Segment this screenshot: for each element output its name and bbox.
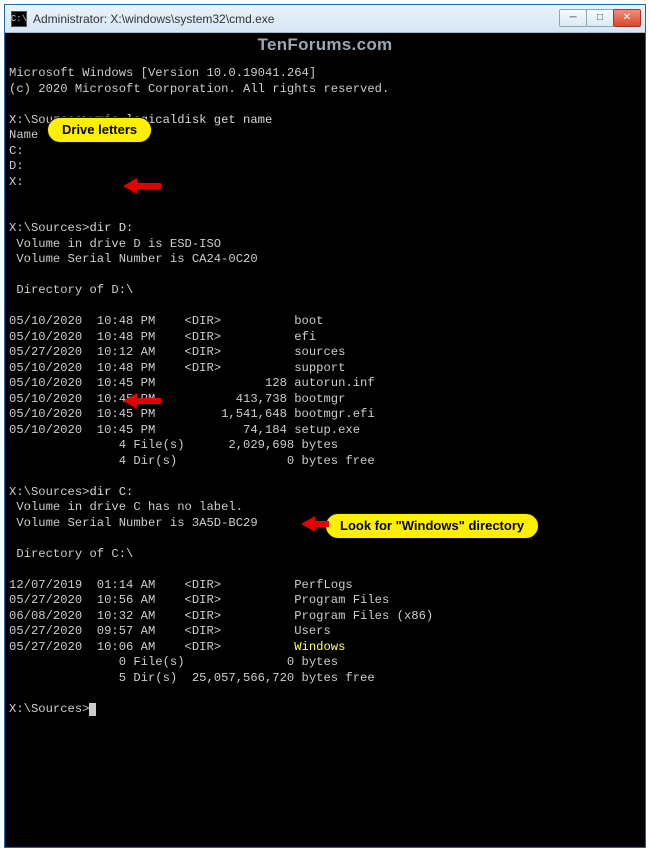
blank — [9, 531, 16, 545]
terminal-output[interactable]: TenForums.com Microsoft Windows [Version… — [5, 33, 645, 847]
d-row: 05/10/2020 10:45 PM 128 autorun.inf — [9, 376, 375, 390]
c-row: 06/08/2020 10:32 AM <DIR> Program Files … — [9, 609, 433, 623]
cursor — [89, 703, 96, 716]
prompt-3: X:\Sources> — [9, 485, 89, 499]
callout-drive-letters: Drive letters — [47, 117, 152, 143]
arrow-icon — [123, 179, 163, 193]
callout-windows-directory: Look for "Windows" directory — [325, 513, 539, 539]
c-directory-of: Directory of C:\ — [9, 547, 133, 561]
c-file-summary: 0 File(s) 0 bytes — [9, 655, 338, 669]
arrow-icon — [123, 394, 163, 408]
name-header: Name — [9, 128, 38, 142]
watermark-text: TenForums.com — [258, 37, 393, 53]
windows-directory: Windows — [294, 640, 345, 654]
blank — [9, 299, 16, 313]
d-serial: Volume Serial Number is CA24-0C20 — [9, 252, 258, 266]
d-row: 05/10/2020 10:48 PM <DIR> support — [9, 361, 345, 375]
c-row: 12/07/2019 01:14 AM <DIR> PerfLogs — [9, 578, 353, 592]
c-serial: Volume Serial Number is 3A5D-BC29 — [9, 516, 258, 530]
d-file-summary: 4 File(s) 2,029,698 bytes — [9, 438, 338, 452]
version-line: Microsoft Windows [Version 10.0.19041.26… — [9, 66, 316, 80]
copyright-line: (c) 2020 Microsoft Corporation. All righ… — [9, 82, 389, 96]
blank — [9, 686, 16, 700]
titlebar[interactable]: C:\ Administrator: X:\windows\system32\c… — [5, 5, 645, 33]
blank — [9, 562, 16, 576]
cmd-dir-d: dir D: — [89, 221, 133, 235]
c-row: 05/27/2020 09:57 AM <DIR> Users — [9, 624, 331, 638]
blank — [9, 469, 16, 483]
arrow-icon — [301, 517, 329, 531]
minimize-button[interactable]: ─ — [559, 9, 587, 27]
cmd-icon: C:\ — [11, 11, 27, 27]
prompt-2: X:\Sources> — [9, 221, 89, 235]
close-button[interactable]: ✕ — [613, 9, 641, 27]
d-row: 05/10/2020 10:48 PM <DIR> efi — [9, 330, 316, 344]
maximize-button[interactable]: □ — [586, 9, 614, 27]
c-row-windows-prefix: 05/27/2020 10:06 AM <DIR> — [9, 640, 294, 654]
d-row: 05/10/2020 10:45 PM 413,738 bootmgr — [9, 392, 345, 406]
d-volume: Volume in drive D is ESD-ISO — [9, 237, 221, 251]
blank — [9, 206, 16, 220]
d-dir-summary: 4 Dir(s) 0 bytes free — [9, 454, 375, 468]
c-volume: Volume in drive C has no label. — [9, 500, 243, 514]
drive-c: C: — [9, 144, 24, 158]
d-row: 05/27/2020 10:12 AM <DIR> sources — [9, 345, 345, 359]
blank — [9, 97, 16, 111]
prompt-4: X:\Sources> — [9, 702, 89, 716]
drive-d: D: — [9, 159, 24, 173]
d-row: 05/10/2020 10:45 PM 1,541,648 bootmgr.ef… — [9, 407, 375, 421]
window-title: Administrator: X:\windows\system32\cmd.e… — [33, 12, 560, 26]
drive-x: X: — [9, 175, 24, 189]
c-row: 05/27/2020 10:56 AM <DIR> Program Files — [9, 593, 389, 607]
blank — [9, 190, 16, 204]
d-row: 05/10/2020 10:45 PM 74,184 setup.exe — [9, 423, 360, 437]
window-controls: ─ □ ✕ — [560, 9, 641, 29]
d-directory-of: Directory of D:\ — [9, 283, 133, 297]
cmd-dir-c: dir C: — [89, 485, 133, 499]
d-row: 05/10/2020 10:48 PM <DIR> boot — [9, 314, 324, 328]
cmd-window: C:\ Administrator: X:\windows\system32\c… — [4, 4, 646, 848]
c-dir-summary: 5 Dir(s) 25,057,566,720 bytes free — [9, 671, 375, 685]
blank — [9, 268, 16, 282]
